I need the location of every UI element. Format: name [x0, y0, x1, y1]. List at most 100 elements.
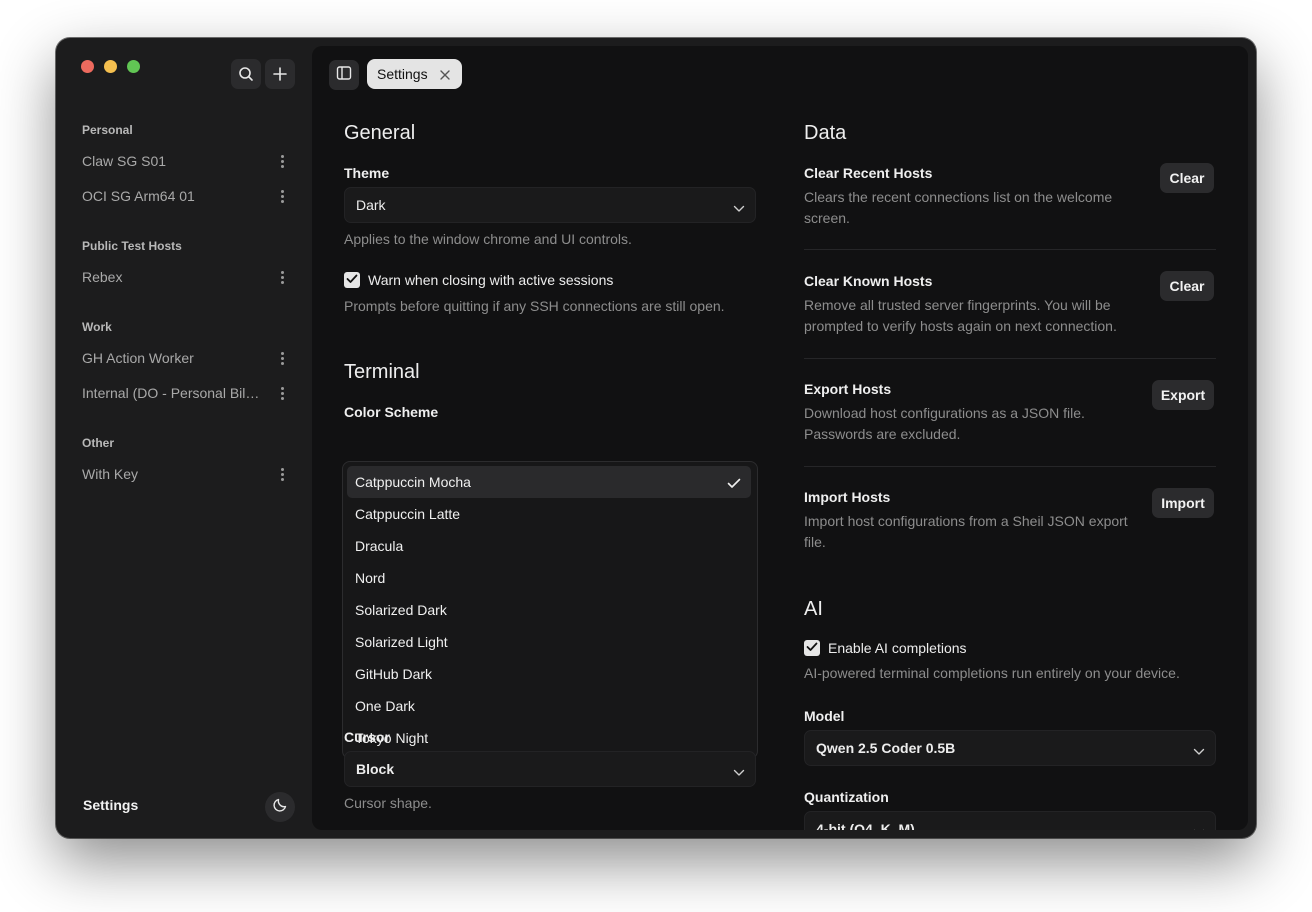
tab-settings[interactable]: Settings [367, 59, 462, 89]
checkmark-icon [727, 476, 741, 494]
chevron-down-icon [733, 764, 745, 782]
color-scheme-option[interactable]: Catppuccin Latte [347, 498, 751, 530]
cursor-select-value: Block [356, 761, 395, 777]
toggle-sidebar-button[interactable] [329, 60, 359, 90]
chevron-down-icon [1193, 824, 1205, 830]
theme-label: Theme [344, 165, 390, 181]
divider [804, 249, 1216, 250]
color-scheme-label: Color Scheme [344, 404, 439, 420]
enable-ai-label[interactable]: Enable AI completions [828, 640, 967, 656]
option-label: Dracula [355, 538, 404, 554]
color-scheme-option[interactable]: Dracula [347, 530, 751, 562]
group-label-work: Work [82, 320, 112, 334]
color-scheme-option[interactable]: One Dark [347, 690, 751, 722]
group-label-public-test-hosts: Public Test Hosts [82, 239, 182, 253]
clear-recent-hosts-title: Clear Recent Hosts [804, 165, 933, 181]
more-vertical-icon[interactable] [274, 269, 290, 285]
option-label: Solarized Dark [355, 602, 447, 618]
color-scheme-option[interactable]: Tokyo Night [347, 722, 751, 754]
cursor-help: Cursor shape. [344, 795, 432, 811]
clear-known-hosts-button[interactable]: Clear [1160, 271, 1214, 301]
section-title-ai: AI [804, 598, 823, 620]
main-panel: Settings General Theme Dark Applies to t… [312, 46, 1248, 830]
section-title-general: General [344, 122, 416, 144]
add-host-button[interactable] [265, 59, 295, 89]
host-item[interactable]: Rebex [72, 262, 298, 292]
quantization-select-value: 4-bit (Q4_K_M) [816, 821, 915, 830]
section-title-data: Data [804, 122, 847, 144]
option-label: Catppuccin Mocha [355, 474, 471, 490]
sidebar: Personal Claw SG S01 OCI SG Arm64 01 Pub… [56, 38, 312, 838]
plus-icon [273, 67, 287, 81]
option-label: Solarized Light [355, 634, 448, 650]
more-vertical-icon[interactable] [274, 153, 290, 169]
theme-select-value: Dark [356, 197, 386, 213]
host-item[interactable]: Internal (DO - Personal Billing) [72, 378, 298, 408]
model-select-value: Qwen 2.5 Coder 0.5B [816, 740, 956, 756]
host-item[interactable]: GH Action Worker [72, 343, 298, 373]
export-hosts-title: Export Hosts [804, 381, 892, 397]
more-vertical-icon[interactable] [274, 385, 290, 401]
host-label: Claw SG S01 [82, 153, 167, 169]
color-scheme-option[interactable]: Solarized Light [347, 626, 751, 658]
search-button[interactable] [231, 59, 261, 89]
clear-known-hosts-title: Clear Known Hosts [804, 273, 933, 289]
moon-icon [272, 797, 288, 818]
theme-select[interactable]: Dark [344, 187, 756, 223]
enable-ai-help: AI-powered terminal completions run enti… [804, 665, 1180, 681]
host-label: Internal (DO - Personal Billing) [82, 385, 262, 401]
more-vertical-icon[interactable] [274, 188, 290, 204]
host-item[interactable]: Claw SG S01 [72, 146, 298, 176]
cursor-select[interactable]: Block [344, 751, 756, 787]
color-scheme-option[interactable]: GitHub Dark [347, 658, 751, 690]
clear-recent-hosts-desc: Clears the recent connections list on th… [804, 189, 1113, 226]
theme-toggle-button[interactable] [265, 792, 295, 822]
host-label: With Key [82, 466, 139, 482]
clear-recent-hosts-button[interactable]: Clear [1160, 163, 1214, 193]
color-scheme-option[interactable]: Solarized Dark [347, 594, 751, 626]
chevron-down-icon [1193, 743, 1205, 761]
quantization-label: Quantization [804, 789, 889, 805]
divider [804, 466, 1216, 467]
model-select[interactable]: Qwen 2.5 Coder 0.5B [804, 730, 1216, 766]
host-item[interactable]: With Key [72, 459, 298, 489]
group-label-personal: Personal [82, 123, 133, 137]
search-icon [238, 66, 254, 82]
zoom-window-button[interactable] [127, 60, 140, 73]
export-hosts-desc: Download host configurations as a JSON f… [804, 405, 1085, 442]
checkmark-icon [806, 639, 818, 657]
clear-known-hosts-desc: Remove all trusted server fingerprints. … [804, 297, 1117, 334]
quantization-select[interactable]: 4-bit (Q4_K_M) [804, 811, 1216, 830]
group-label-other: Other [82, 436, 115, 450]
import-hosts-desc: Import host configurations from a Sheil … [804, 513, 1128, 550]
minimize-window-button[interactable] [104, 60, 117, 73]
checkmark-icon [346, 271, 358, 289]
close-window-button[interactable] [81, 60, 94, 73]
host-label: GH Action Worker [82, 350, 194, 366]
option-label: GitHub Dark [355, 666, 433, 682]
cursor-label: Cursor [344, 729, 390, 745]
warn-closing-checkbox[interactable] [344, 272, 360, 288]
warn-closing-label[interactable]: Warn when closing with active sessions [368, 272, 613, 288]
more-vertical-icon[interactable] [274, 350, 290, 366]
section-title-terminal: Terminal [344, 361, 420, 383]
more-vertical-icon[interactable] [274, 466, 290, 482]
option-label: One Dark [355, 698, 415, 714]
enable-ai-checkbox[interactable] [804, 640, 820, 656]
color-scheme-dropdown: Catppuccin Mocha Catppuccin Latte Dracul… [342, 461, 758, 759]
close-icon[interactable] [439, 68, 451, 80]
sidebar-settings-link[interactable]: Settings [83, 797, 138, 813]
warn-closing-help: Prompts before quitting if any SSH conne… [344, 298, 725, 314]
sidebar-toggle-icon [336, 65, 352, 86]
color-scheme-option[interactable]: Catppuccin Mocha [347, 466, 751, 498]
app-window: Personal Claw SG S01 OCI SG Arm64 01 Pub… [56, 38, 1256, 838]
host-label: OCI SG Arm64 01 [82, 188, 195, 204]
host-label: Rebex [82, 269, 123, 285]
import-hosts-title: Import Hosts [804, 489, 891, 505]
import-hosts-button[interactable]: Import [1152, 488, 1214, 518]
export-hosts-button[interactable]: Export [1152, 380, 1214, 410]
chevron-down-icon [733, 200, 745, 218]
option-label: Catppuccin Latte [355, 506, 461, 522]
host-item[interactable]: OCI SG Arm64 01 [72, 181, 298, 211]
color-scheme-option[interactable]: Nord [347, 562, 751, 594]
